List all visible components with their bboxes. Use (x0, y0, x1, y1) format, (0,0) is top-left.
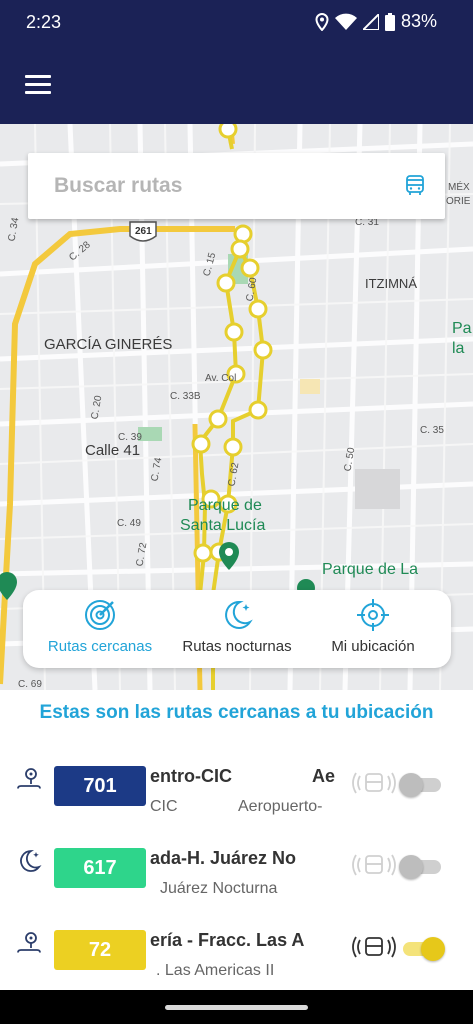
route-pin-icon (17, 932, 41, 953)
bus-icon[interactable] (403, 173, 427, 197)
route-pin-icon (17, 768, 41, 789)
home-gesture-handle[interactable] (165, 1005, 308, 1010)
map-label-calle-41: Calle 41 (85, 442, 141, 459)
nearby-routes-icon (85, 600, 115, 630)
system-nav-bar (0, 990, 473, 1024)
rutas-nocturnas-button[interactable]: Rutas nocturnas (169, 598, 305, 655)
map-label-c33b: C. 33B (170, 391, 201, 402)
route-toggle[interactable] (399, 855, 445, 879)
bus-signal-icon (352, 854, 396, 876)
nearby-routes-panel: Estas son las rutas cercanas a tu ubicac… (0, 690, 473, 990)
route-subtitle: CIC (150, 798, 178, 815)
bus-signal-icon (352, 772, 396, 794)
route-name: ería - Fracc. Las A (150, 930, 305, 950)
map-label-c35: C. 35 (420, 425, 444, 436)
route-badge: 72 (54, 930, 146, 970)
search-input[interactable] (54, 171, 384, 201)
map-label-highway-261: 261 (135, 226, 152, 237)
hamburger-menu-icon[interactable] (25, 75, 51, 97)
route-name: ada-H. Juárez No (150, 848, 297, 868)
night-route-icon (20, 850, 42, 872)
rutas-cercanas-label: Rutas cercanas (47, 638, 153, 655)
route-badge: 617 (54, 848, 146, 888)
status-bar: 2:23 83% (0, 0, 473, 47)
map-label-c69: C. 69 (18, 679, 42, 690)
map-label-parque-la-mejorada: Parque de La (322, 561, 419, 578)
rutas-nocturnas-label: Rutas nocturnas (182, 638, 292, 655)
map-label-mexico-2: ORIE (446, 196, 471, 207)
route-item-701[interactable]: 701 entro-CIC Ae CIC Aeropuerto- (0, 766, 473, 842)
map-label-parque-santa-lucia-1: Parque de (188, 497, 262, 514)
location-icon (315, 12, 329, 31)
battery-icon (384, 12, 395, 31)
mi-ubicacion-label: Mi ubicación (331, 638, 415, 655)
status-time: 2:23 (26, 12, 62, 32)
route-badge: 701 (54, 766, 146, 806)
battery-percentage: 83% (400, 11, 437, 31)
rutas-cercanas-button[interactable]: Rutas cercanas (35, 598, 165, 655)
search-bar (28, 153, 445, 219)
bus-signal-icon (352, 936, 396, 958)
route-toggle[interactable] (399, 773, 445, 797)
map-label-mexico-1: MÉX (448, 182, 470, 193)
map-actions-card: Rutas cercanas Rutas nocturnas Mi ubicac… (23, 590, 451, 668)
route-item-617[interactable]: 617 ada-H. Juárez No Juárez Nocturna (0, 848, 473, 924)
signal-icon (362, 13, 379, 30)
map-label-itzimna: ITZIMNÁ (365, 276, 417, 291)
mi-ubicacion-button[interactable]: Mi ubicación (313, 598, 433, 655)
route-subtitle: . Las Americas II (156, 962, 275, 979)
panel-title: Estas son las rutas cercanas a tu ubicac… (39, 702, 434, 723)
route-subtitle-secondary: Aeropuerto- (238, 798, 323, 815)
map-label-av-col: Av. Col (205, 373, 237, 384)
wifi-icon (334, 13, 357, 30)
map-label-la: la (452, 340, 465, 357)
route-toggle[interactable] (399, 937, 445, 961)
my-location-icon (357, 599, 389, 631)
map-label-c39: C. 39 (118, 432, 142, 443)
map-label-pa: Pa (452, 320, 472, 337)
route-name: entro-CIC (150, 766, 232, 786)
map-label-garcia-gineres: GARCÍA GINERÉS (44, 336, 173, 353)
route-subtitle: Juárez Nocturna (160, 880, 278, 897)
night-routes-icon (225, 600, 253, 629)
map-label-c49: C. 49 (117, 518, 141, 529)
app-bar (0, 47, 473, 124)
route-name-secondary: Ae (312, 766, 336, 786)
map-label-parque-santa-lucia-2: Santa Lucía (180, 517, 266, 534)
